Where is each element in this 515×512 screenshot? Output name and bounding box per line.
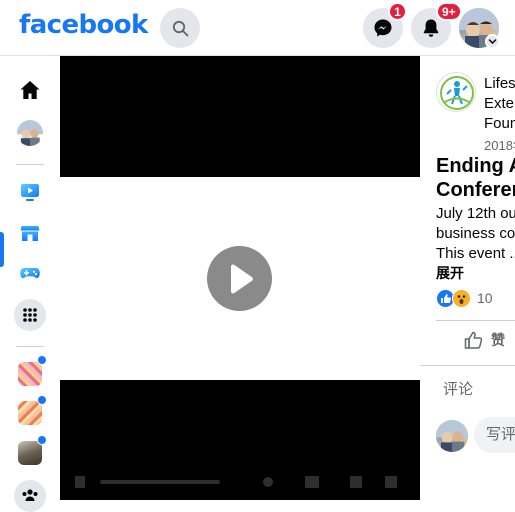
unread-dot xyxy=(37,435,47,445)
sidebar-divider xyxy=(16,164,44,165)
shortcut-thumbnail xyxy=(18,401,42,425)
post-body: July 12th ou business co This event ... xyxy=(436,204,515,264)
left-sidebar xyxy=(0,56,60,512)
divider xyxy=(420,365,515,366)
unread-dot xyxy=(37,395,47,405)
video-controls xyxy=(60,464,420,500)
post-body-line: business co xyxy=(436,225,515,242)
play-button[interactable] xyxy=(207,246,272,311)
facebook-logo[interactable]: facebook xyxy=(19,10,148,40)
sidebar-item-home[interactable] xyxy=(14,74,46,106)
top-navigation-bar: facebook 1 9+ xyxy=(0,0,515,56)
search-button[interactable] xyxy=(160,8,200,48)
avatar[interactable] xyxy=(436,420,468,452)
page-name-line: Lifes xyxy=(484,75,515,92)
watch-icon xyxy=(21,184,39,201)
post-details-panel: Lifes Exten Foun 2018年 Ending A Conferen… xyxy=(420,56,515,500)
see-more-link[interactable]: 展开 xyxy=(436,263,464,283)
post-title-line: Conferen xyxy=(436,179,515,201)
shortcut-thumbnail xyxy=(18,441,42,465)
home-icon xyxy=(20,81,40,99)
avatar xyxy=(17,120,43,146)
like-button[interactable]: 赞 xyxy=(464,330,505,350)
sidebar-item-profile[interactable] xyxy=(14,117,46,149)
search-icon xyxy=(172,20,188,36)
post-body-line: This event ... xyxy=(436,245,515,262)
reaction-count: 10 xyxy=(477,290,493,306)
page-name-link[interactable]: Lifes Exten Foun xyxy=(484,74,515,134)
shortcut-thumbnail xyxy=(18,362,42,386)
messenger-icon xyxy=(374,19,392,37)
thumbs-up-icon xyxy=(464,331,483,349)
grid-icon xyxy=(23,308,37,322)
comment-input[interactable]: 写评 xyxy=(474,417,515,453)
sidebar-item-watch[interactable] xyxy=(14,176,46,208)
gaming-icon xyxy=(20,268,40,279)
messenger-badge: 1 xyxy=(388,2,407,21)
sidebar-divider xyxy=(16,346,44,347)
video-player[interactable] xyxy=(60,56,420,500)
comments-label[interactable]: 评论 xyxy=(443,378,473,399)
post-title-line: Ending A xyxy=(436,155,515,177)
active-indicator xyxy=(0,232,4,267)
post-body-line: July 12th ou xyxy=(436,205,515,222)
sidebar-item-groups[interactable] xyxy=(14,480,46,512)
reaction-summary[interactable]: 10 xyxy=(436,288,493,308)
like-label: 赞 xyxy=(491,332,505,348)
account-menu-caret[interactable] xyxy=(485,34,500,49)
bell-icon xyxy=(423,19,439,37)
wow-reaction-icon xyxy=(452,288,471,308)
sidebar-item-gaming[interactable] xyxy=(14,257,46,289)
chevron-down-icon xyxy=(488,39,497,45)
play-icon xyxy=(230,263,253,293)
foundation-logo xyxy=(440,76,474,110)
unread-dot xyxy=(37,355,47,365)
divider xyxy=(436,320,515,321)
post-title: Ending A Conferen xyxy=(436,154,515,202)
sidebar-item-menu[interactable] xyxy=(14,299,46,331)
page-name-line: Exten xyxy=(484,95,515,112)
groups-icon xyxy=(22,489,38,501)
sidebar-item-marketplace[interactable] xyxy=(14,217,46,249)
post-timestamp[interactable]: 2018年 xyxy=(484,135,515,154)
marketplace-icon xyxy=(20,226,40,241)
notifications-badge: 9+ xyxy=(436,2,462,21)
page-name-line: Foun xyxy=(484,115,515,132)
page-avatar[interactable] xyxy=(436,72,476,112)
